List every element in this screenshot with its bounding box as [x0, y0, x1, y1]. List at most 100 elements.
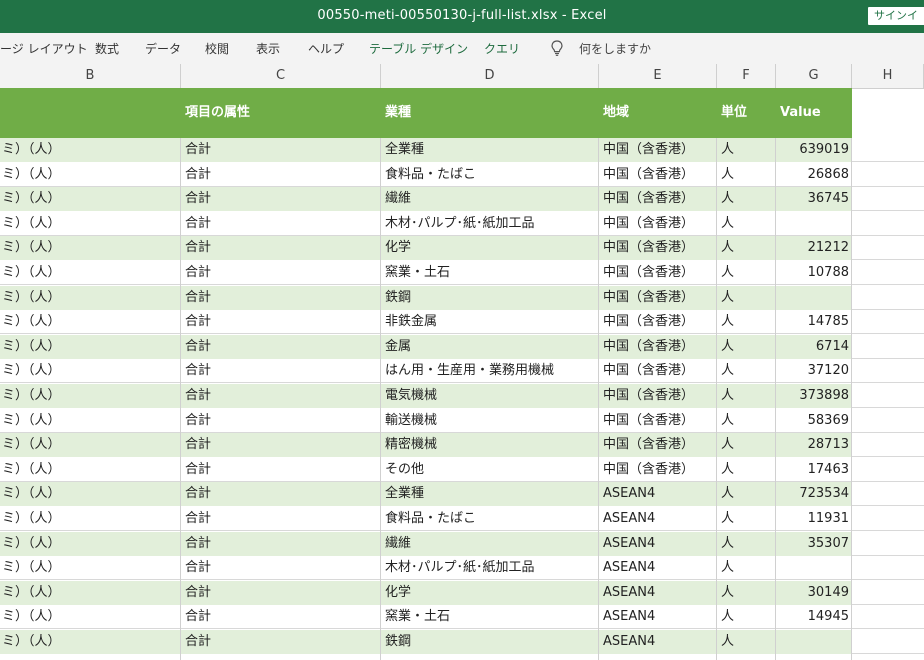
- cell-e[interactable]: ASEAN4: [603, 556, 715, 580]
- tab-formulas[interactable]: 数式: [95, 40, 119, 57]
- cell-c[interactable]: 合計: [185, 359, 377, 383]
- tell-me-search[interactable]: 何をしますか: [579, 40, 651, 57]
- cell-b[interactable]: ミ）（人）: [2, 359, 178, 383]
- cell-b[interactable]: ミ）（人）: [2, 605, 178, 629]
- cell-e[interactable]: 中国（含香港）: [603, 359, 715, 383]
- cell-b[interactable]: ミ）（人）: [2, 433, 178, 457]
- cell-g[interactable]: 21212: [776, 236, 852, 260]
- cell-f[interactable]: 人: [721, 605, 773, 629]
- cell-d[interactable]: 繊維: [385, 187, 595, 211]
- cell-b[interactable]: ミ）（人）: [2, 286, 178, 310]
- cell-e[interactable]: ASEAN4: [603, 581, 715, 605]
- cell-c[interactable]: 合計: [185, 138, 377, 162]
- cell-d[interactable]: 鉄鋼: [385, 630, 595, 654]
- cell-g[interactable]: 26868: [776, 163, 852, 187]
- column-header-f[interactable]: F: [717, 64, 776, 88]
- cell-d[interactable]: 全業種: [385, 482, 595, 506]
- cell-f[interactable]: 人: [721, 630, 773, 654]
- tab-query[interactable]: クエリ: [484, 40, 520, 57]
- cell-d[interactable]: 窯業・土石: [385, 605, 595, 629]
- cell-f[interactable]: 人: [721, 335, 773, 359]
- cell-d[interactable]: 精密機械: [385, 433, 595, 457]
- cell-d[interactable]: 電気機械: [385, 384, 595, 408]
- tab-data[interactable]: データ: [145, 40, 181, 57]
- cell-c[interactable]: 合計: [185, 384, 377, 408]
- column-header-g[interactable]: G: [776, 64, 852, 88]
- cell-e[interactable]: 中国（含香港）: [603, 187, 715, 211]
- tab-view[interactable]: 表示: [256, 40, 280, 57]
- cell-f[interactable]: 人: [721, 384, 773, 408]
- cell-d[interactable]: その他: [385, 458, 595, 482]
- cell-c[interactable]: 合計: [185, 630, 377, 654]
- cell-f[interactable]: 人: [721, 212, 773, 236]
- cell-d[interactable]: 金属: [385, 335, 595, 359]
- column-header-e[interactable]: E: [599, 64, 717, 88]
- header-value[interactable]: Value: [780, 88, 821, 138]
- cell-f[interactable]: 人: [721, 458, 773, 482]
- cell-g[interactable]: [776, 556, 852, 580]
- cell-f[interactable]: 人: [721, 507, 773, 531]
- cell-b[interactable]: ミ）（人）: [2, 556, 178, 580]
- cell-e[interactable]: ASEAN4: [603, 482, 715, 506]
- cell-f[interactable]: 人: [721, 409, 773, 433]
- cell-f[interactable]: 人: [721, 138, 773, 162]
- cell-g[interactable]: 36745: [776, 187, 852, 211]
- cell-c[interactable]: 合計: [185, 261, 377, 285]
- cell-f[interactable]: 人: [721, 286, 773, 310]
- cell-c[interactable]: 合計: [185, 335, 377, 359]
- cell-e[interactable]: ASEAN4: [603, 532, 715, 556]
- cell-f[interactable]: 人: [721, 556, 773, 580]
- cell-b[interactable]: ミ）（人）: [2, 310, 178, 334]
- cell-d[interactable]: 化学: [385, 581, 595, 605]
- lightbulb-icon[interactable]: [549, 39, 565, 57]
- cell-e[interactable]: 中国（含香港）: [603, 458, 715, 482]
- tab-page-layout[interactable]: ージ レイアウト: [0, 40, 88, 57]
- cell-g[interactable]: 58369: [776, 409, 852, 433]
- cell-b[interactable]: ミ）（人）: [2, 482, 178, 506]
- tab-review[interactable]: 校閲: [205, 40, 229, 57]
- cell-b[interactable]: ミ）（人）: [2, 630, 178, 654]
- cell-g[interactable]: 28713: [776, 433, 852, 457]
- worksheet-grid[interactable]: 項目の属性 業種 地域 単位 Value ミ）（人） 合計 全業種 中国（含香港）人 6…: [0, 88, 924, 660]
- cell-g[interactable]: [776, 630, 852, 654]
- cell-c[interactable]: 合計: [185, 433, 377, 457]
- cell-g[interactable]: [776, 286, 852, 310]
- cell-c[interactable]: 合計: [185, 532, 377, 556]
- column-header-d[interactable]: D: [381, 64, 599, 88]
- cell-e[interactable]: 中国（含香港）: [603, 261, 715, 285]
- cell-f[interactable]: 人: [721, 433, 773, 457]
- cell-b[interactable]: ミ）（人）: [2, 236, 178, 260]
- cell-f[interactable]: 人: [721, 532, 773, 556]
- cell-e[interactable]: 中国（含香港）: [603, 310, 715, 334]
- cell-b[interactable]: ミ）（人）: [2, 458, 178, 482]
- cell-g[interactable]: 373898: [776, 384, 852, 408]
- cell-c[interactable]: 合計: [185, 458, 377, 482]
- cell-f[interactable]: 人: [721, 359, 773, 383]
- cell-d[interactable]: 窯業・土石: [385, 261, 595, 285]
- cell-e[interactable]: ASEAN4: [603, 605, 715, 629]
- cell-f[interactable]: 人: [721, 187, 773, 211]
- cell-c[interactable]: 合計: [185, 409, 377, 433]
- header-region[interactable]: 地域: [603, 88, 629, 138]
- cell-b[interactable]: ミ）（人）: [2, 409, 178, 433]
- cell-c[interactable]: 合計: [185, 187, 377, 211]
- sign-in-button[interactable]: サインイ: [868, 7, 924, 25]
- cell-g[interactable]: 639019: [776, 138, 852, 162]
- cell-e[interactable]: 中国（含香港）: [603, 409, 715, 433]
- cell-e[interactable]: 中国（含香港）: [603, 335, 715, 359]
- cell-d[interactable]: 食料品・たばこ: [385, 163, 595, 187]
- cell-e[interactable]: ASEAN4: [603, 507, 715, 531]
- cell-d[interactable]: 繊維: [385, 532, 595, 556]
- cell-b[interactable]: ミ）（人）: [2, 212, 178, 236]
- tab-help[interactable]: ヘルプ: [308, 40, 344, 57]
- cell-g[interactable]: 723534: [776, 482, 852, 506]
- cell-b[interactable]: ミ）（人）: [2, 384, 178, 408]
- cell-b[interactable]: ミ）（人）: [2, 532, 178, 556]
- header-unit[interactable]: 単位: [721, 88, 747, 138]
- cell-d[interactable]: 木材･パルプ･紙･紙加工品: [385, 212, 595, 236]
- cell-g[interactable]: 6714: [776, 335, 852, 359]
- cell-c[interactable]: 合計: [185, 482, 377, 506]
- cell-g[interactable]: 17463: [776, 458, 852, 482]
- cell-f[interactable]: 人: [721, 236, 773, 260]
- cell-b[interactable]: ミ）（人）: [2, 163, 178, 187]
